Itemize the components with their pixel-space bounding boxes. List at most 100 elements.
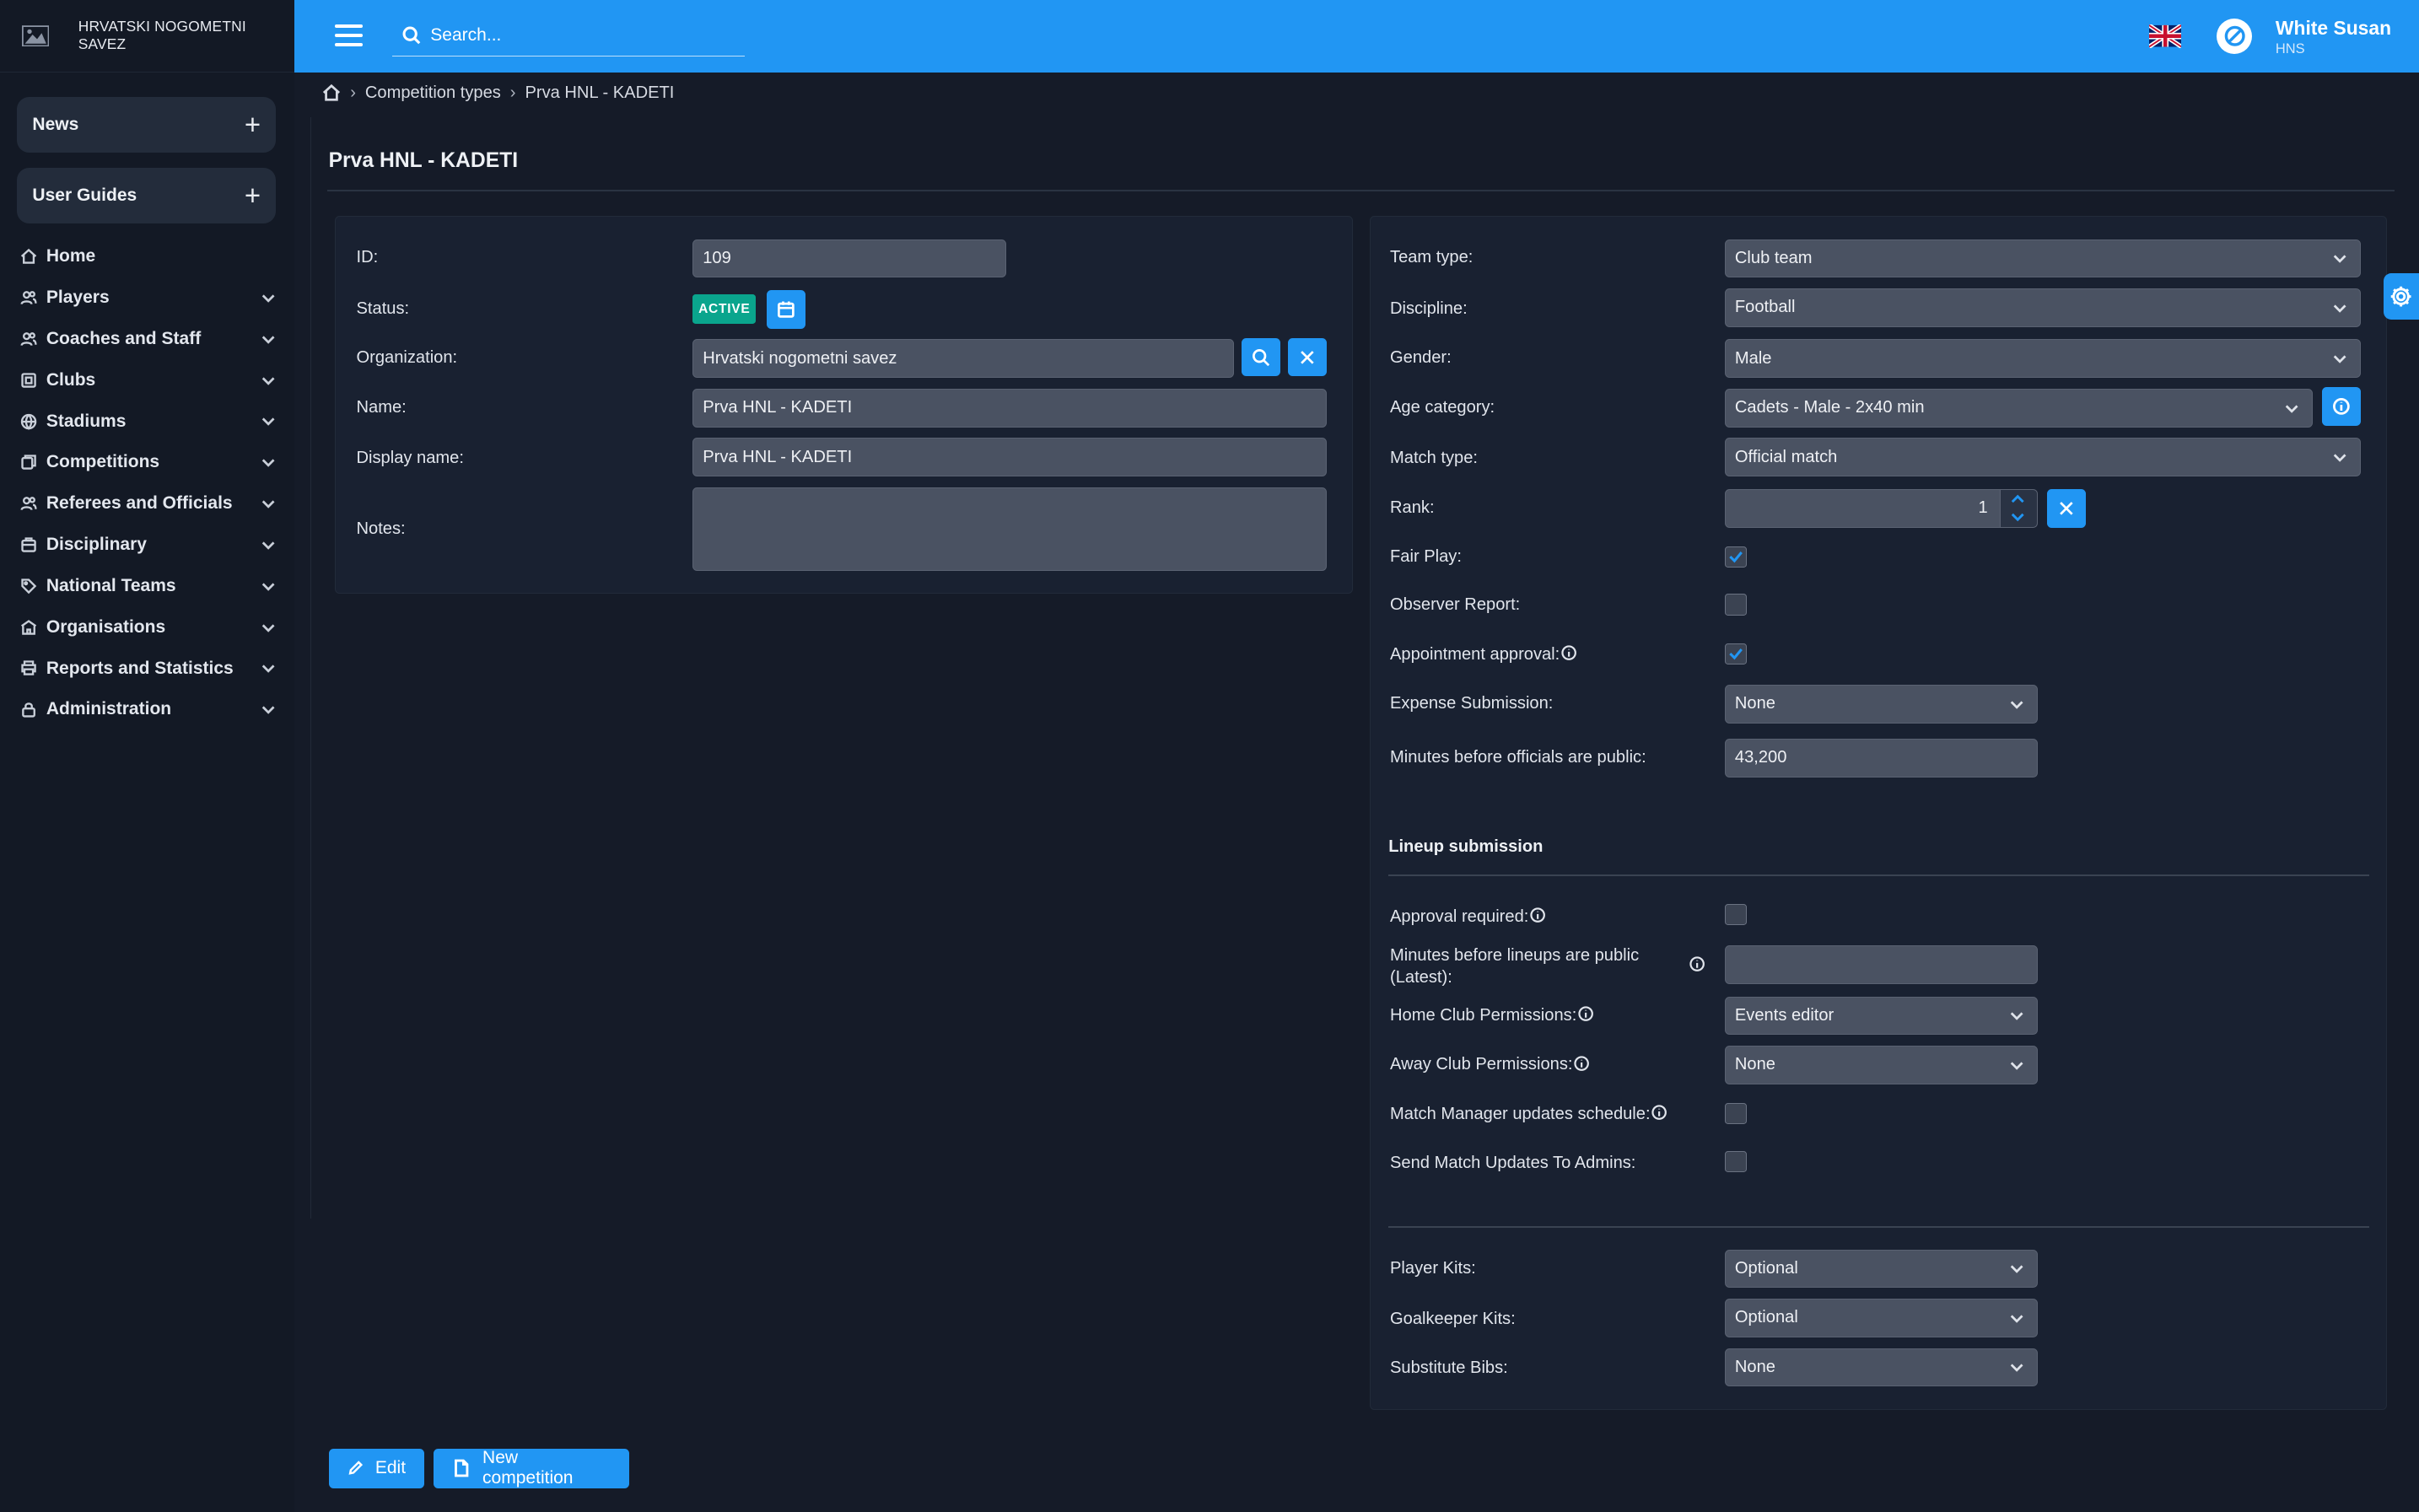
chevron-down-icon[interactable] [261,455,276,470]
age-category-info-button[interactable] [2321,387,2361,426]
chevron-down-icon[interactable] [261,413,276,428]
breadcrumb: › Competition types › Prva HNL - KADETI [322,83,674,103]
chevron-down-icon[interactable] [261,620,276,635]
organization-search-button[interactable] [1242,337,1281,377]
user-info[interactable]: White Susan HNS [2276,17,2391,57]
sidebar-item-home[interactable]: Home [0,236,294,277]
info-icon[interactable] [1561,645,1576,661]
edit-button[interactable]: Edit [328,1448,424,1489]
info-icon[interactable] [1578,1006,1594,1022]
uk-flag-icon[interactable] [2148,24,2182,48]
sidebar-item-coaches[interactable]: Coaches and Staff [0,319,294,360]
sidebar-item-players[interactable]: Players [0,277,294,319]
chevron-down-icon[interactable] [261,331,276,347]
fair-play-checkbox[interactable] [1724,546,1747,568]
news-collapsible[interactable]: News + [17,97,277,153]
approval-required-checkbox[interactable] [1724,903,1747,926]
observer-report-checkbox[interactable] [1724,594,1747,616]
info-icon[interactable] [1689,956,1705,971]
team-type-select[interactable]: Club team [1724,239,2361,278]
info-icon[interactable] [1651,1105,1667,1121]
chevron-down-icon[interactable] [261,290,276,305]
organization-field[interactable]: Hrvatski nogometni savez [692,339,1235,379]
chevron-down-icon[interactable] [261,660,276,675]
away-club-permissions-value: None [1734,1055,1775,1074]
hamburger-menu-icon[interactable] [334,24,363,46]
chevron-down-icon[interactable] [261,537,276,552]
minutes-officials-field[interactable]: 43,200 [1724,739,2039,778]
rank-clear-button[interactable] [2047,488,2086,528]
user-guides-collapsible[interactable]: User Guides + [17,168,277,224]
chevron-down-icon[interactable] [261,578,276,594]
gender-select[interactable]: Male [1724,339,2361,379]
breadcrumb-separator: › [350,83,356,102]
match-type-select[interactable]: Official match [1724,438,2361,477]
sidebar-item-clubs[interactable]: Clubs [0,359,294,401]
substitute-bibs-value: None [1734,1357,1775,1376]
rank-stepper[interactable] [1999,488,2039,528]
match-manager-text: Match Manager updates schedule: [1390,1104,1651,1123]
chevron-down-icon [2011,1012,2023,1021]
sidebar-item-organisations[interactable]: Organisations [0,606,294,648]
avatar[interactable] [2217,18,2253,54]
minutes-lineups-field[interactable] [1724,945,2039,984]
user-name: White Susan [2275,17,2392,40]
organization-clear-button[interactable] [1288,337,1328,377]
approval-required-text: Approval required: [1390,907,1529,926]
sidebar-item-referees[interactable]: Referees and Officials [0,483,294,525]
sidebar-item-reports[interactable]: Reports and Statistics [0,648,294,689]
send-match-updates-checkbox[interactable] [1724,1150,1747,1173]
gender-value: Male [1734,348,1772,368]
status-history-button[interactable] [767,289,805,329]
settings-tab[interactable] [2383,272,2419,320]
expense-submission-select[interactable]: None [1724,685,2039,724]
rank-field[interactable]: 1 [1724,488,2001,528]
section-divider [1388,1226,2370,1228]
sidebar-item-national-teams[interactable]: National Teams [0,565,294,606]
substitute-bibs-select[interactable]: None [1724,1348,2039,1387]
sidebar-item-administration[interactable]: Administration [0,689,294,730]
chevron-down-icon[interactable] [261,702,276,717]
chevron-down-icon[interactable] [2011,513,2024,522]
name-field[interactable]: Prva HNL - KADETI [692,388,1328,428]
search-input[interactable]: Search... [391,15,746,56]
home-club-permissions-select[interactable]: Events editor [1724,996,2039,1036]
disciplinary-icon [21,537,36,552]
chevron-down-icon [2333,255,2346,264]
sidebar-item-disciplinary[interactable]: Disciplinary [0,525,294,566]
sidebar-item-label: Home [46,246,96,266]
discipline-select[interactable]: Football [1724,288,2361,327]
match-manager-checkbox[interactable] [1724,1102,1747,1125]
appointment-approval-checkbox[interactable] [1724,643,1747,665]
away-club-permissions-select[interactable]: None [1724,1046,2039,1084]
breadcrumb-item[interactable]: Competition types [365,83,501,103]
display-name-field[interactable]: Prva HNL - KADETI [692,438,1328,477]
breadcrumb-separator: › [509,83,516,102]
minutes-lineups-label-line2: (Latest): [1390,967,1452,987]
sidebar: HRVATSKI NOGOMETNI SAVEZ News + User Gui… [0,0,295,1512]
new-competition-button[interactable]: New competition [433,1448,630,1489]
discipline-label: Discipline: [1390,299,1468,318]
id-field[interactable]: 109 [692,239,1006,278]
age-category-select[interactable]: Cadets - Male - 2x40 min [1724,388,2313,428]
search-placeholder: Search... [430,25,502,46]
checkmark-icon [1728,552,1743,563]
expense-submission-label: Expense Submission: [1390,694,1554,713]
home-icon[interactable] [322,83,341,102]
close-icon [2060,501,2073,515]
player-kits-select[interactable]: Optional [1724,1249,2039,1289]
chevron-down-icon[interactable] [261,373,276,388]
sidebar-item-competitions[interactable]: Competitions [0,442,294,483]
info-icon[interactable] [1530,907,1546,923]
brand[interactable]: HRVATSKI NOGOMETNI SAVEZ [0,0,295,73]
coaches-icon [20,332,37,346]
notes-field[interactable] [692,487,1328,571]
goalkeeper-kits-select[interactable]: Optional [1724,1299,2039,1337]
info-icon[interactable] [1574,1056,1590,1071]
player-kits-label: Player Kits: [1390,1258,1476,1278]
chevron-up-icon[interactable] [2011,494,2024,503]
plus-icon[interactable]: + [245,181,261,210]
plus-icon[interactable]: + [245,110,261,139]
chevron-down-icon[interactable] [261,496,276,511]
sidebar-item-stadiums[interactable]: Stadiums [0,401,294,442]
